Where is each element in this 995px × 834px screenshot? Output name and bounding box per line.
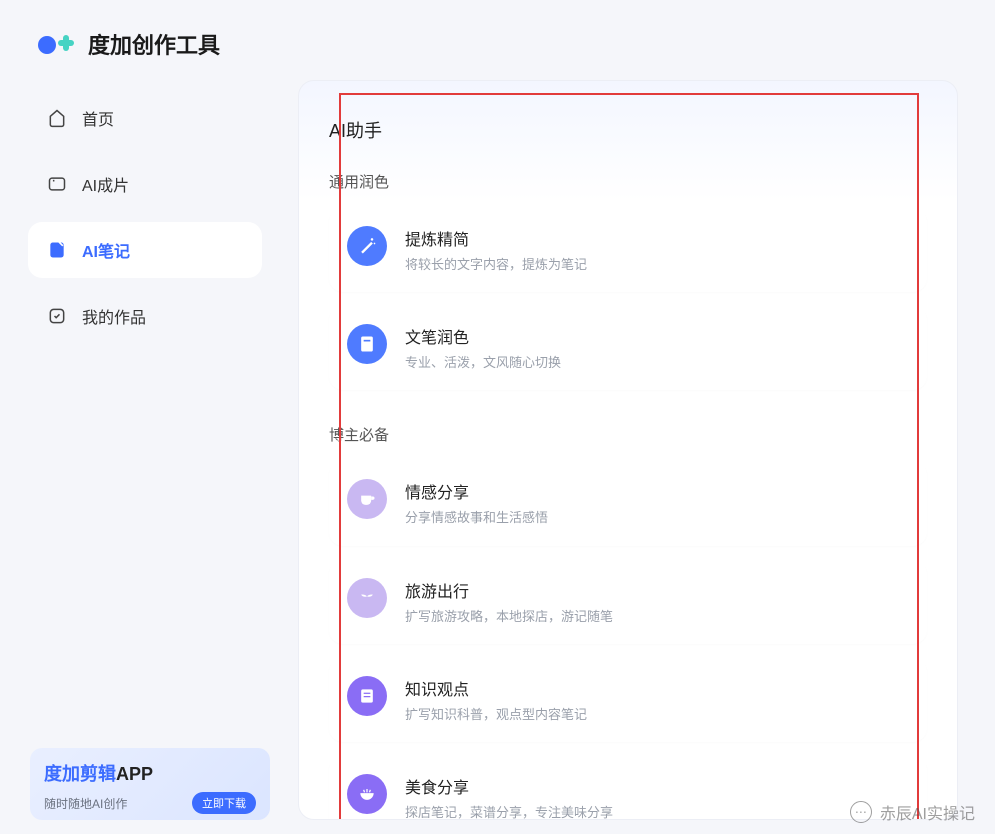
- sidebar-item-home[interactable]: 首页: [28, 90, 262, 146]
- main-panel: AI助手 通用润色 提炼精简 将较长的文字内容，提炼为笔记: [298, 80, 958, 820]
- doc-icon: [347, 324, 387, 364]
- wechat-icon: ⋯: [850, 801, 872, 823]
- sidebar-item-works[interactable]: 我的作品: [28, 288, 262, 344]
- card-title: 美食分享: [405, 774, 909, 798]
- section-title-blogger: 博主必备: [329, 424, 927, 445]
- card-title: 文笔润色: [405, 324, 909, 348]
- section-title-general: 通用润色: [329, 171, 927, 192]
- home-icon: [46, 107, 68, 129]
- works-icon: [46, 305, 68, 327]
- card-title: 提炼精简: [405, 226, 909, 250]
- app-title: 度加创作工具: [88, 28, 220, 60]
- promo-download-button[interactable]: 立即下载: [192, 792, 256, 814]
- logo-icon: [36, 31, 78, 57]
- feature-card-food[interactable]: 美食分享 探店笔记，菜谱分享，专注美味分享: [329, 756, 927, 820]
- sidebar-item-notes[interactable]: AI笔记: [28, 222, 262, 278]
- card-title: 知识观点: [405, 676, 909, 700]
- feature-card-polish[interactable]: 文笔润色 专业、活泼，文风随心切换: [329, 306, 927, 390]
- card-desc: 分享情感故事和生活感悟: [405, 509, 909, 527]
- wand-icon: [347, 226, 387, 266]
- card-desc: 专业、活泼，文风随心切换: [405, 354, 909, 372]
- sidebar-item-label: AI笔记: [82, 238, 130, 262]
- watermark-text: 赤辰AI实操记: [880, 800, 975, 824]
- panel-title: AI助手: [329, 117, 927, 143]
- promo-title: 度加剪辑APP: [44, 760, 256, 786]
- app-header: 度加创作工具: [0, 0, 995, 80]
- watermark: ⋯ 赤辰AI实操记: [850, 800, 975, 824]
- feature-card-emotion[interactable]: 情感分享 分享情感故事和生活感悟: [329, 461, 927, 545]
- promo-card[interactable]: 度加剪辑APP 随时随地AI创作 立即下载: [30, 748, 270, 820]
- card-desc: 探店笔记，菜谱分享，专注美味分享: [405, 804, 909, 820]
- sidebar-item-video[interactable]: AI成片: [28, 156, 262, 212]
- card-title: 情感分享: [405, 479, 909, 503]
- card-title: 旅游出行: [405, 578, 909, 602]
- card-desc: 扩写旅游攻略，本地探店，游记随笔: [405, 608, 909, 626]
- feature-card-refine[interactable]: 提炼精简 将较长的文字内容，提炼为笔记: [329, 208, 927, 292]
- card-desc: 将较长的文字内容，提炼为笔记: [405, 256, 909, 274]
- card-desc: 扩写知识科普，观点型内容笔记: [405, 706, 909, 724]
- promo-subtitle: 随时随地AI创作: [44, 795, 127, 812]
- feature-card-knowledge[interactable]: 知识观点 扩写知识科普，观点型内容笔记: [329, 658, 927, 742]
- page-icon: [347, 676, 387, 716]
- sidebar-item-label: 首页: [82, 106, 114, 130]
- feature-card-travel[interactable]: 旅游出行 扩写旅游攻略，本地探店，游记随笔: [329, 560, 927, 644]
- palm-icon: [347, 578, 387, 618]
- sidebar-item-label: 我的作品: [82, 304, 146, 328]
- cup-icon: [347, 479, 387, 519]
- video-icon: [46, 173, 68, 195]
- sidebar-item-label: AI成片: [82, 172, 129, 196]
- sidebar: 首页 AI成片 AI笔记 我的作品: [0, 80, 280, 364]
- notes-icon: [46, 239, 68, 261]
- bowl-icon: [347, 774, 387, 814]
